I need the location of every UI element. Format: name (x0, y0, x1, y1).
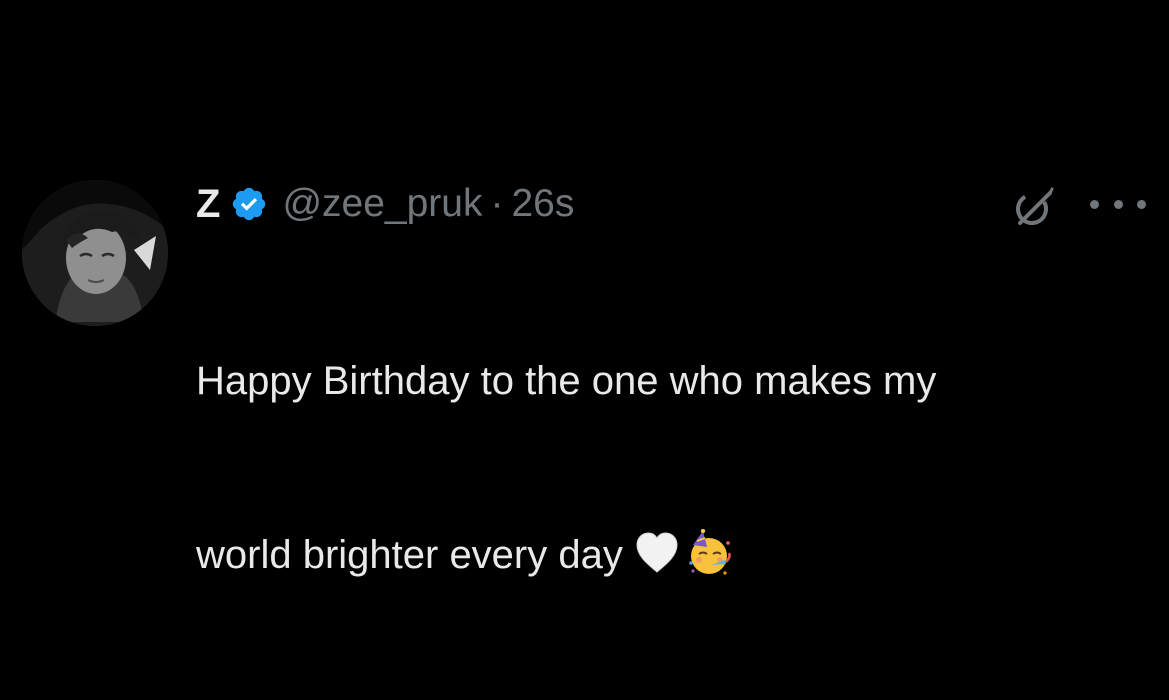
tweet-text: Happy Birthday to the one who makes my w… (196, 236, 1136, 700)
partying-face-emoji-icon (685, 529, 733, 577)
timestamp[interactable]: 26s (511, 178, 574, 230)
tweet-text-line-2-wrapper: world brighter every day (196, 526, 1136, 584)
avatar-photo (22, 180, 168, 326)
grok-icon[interactable] (1012, 185, 1056, 229)
more-options-icon[interactable] (1090, 192, 1146, 216)
tweet-header: Z @zee_pruk · 26s (196, 178, 574, 230)
verified-badge-icon (230, 185, 268, 223)
tweet-text-line-1: Happy Birthday to the one who makes my (196, 359, 937, 403)
author-name[interactable]: Z (196, 178, 220, 230)
white-heart-emoji-icon (633, 529, 681, 577)
avatar[interactable] (22, 180, 168, 326)
tweet[interactable]: Z @zee_pruk · 26s Happy Birthday to the … (0, 0, 1169, 577)
more-dot-icon (1090, 199, 1099, 209)
more-dot-icon (1137, 199, 1146, 209)
separator-dot: · (490, 182, 504, 225)
tweet-text-line-2: world brighter every day (196, 533, 623, 577)
more-dot-icon (1113, 199, 1123, 209)
author-handle[interactable]: @zee_pruk (282, 178, 482, 230)
